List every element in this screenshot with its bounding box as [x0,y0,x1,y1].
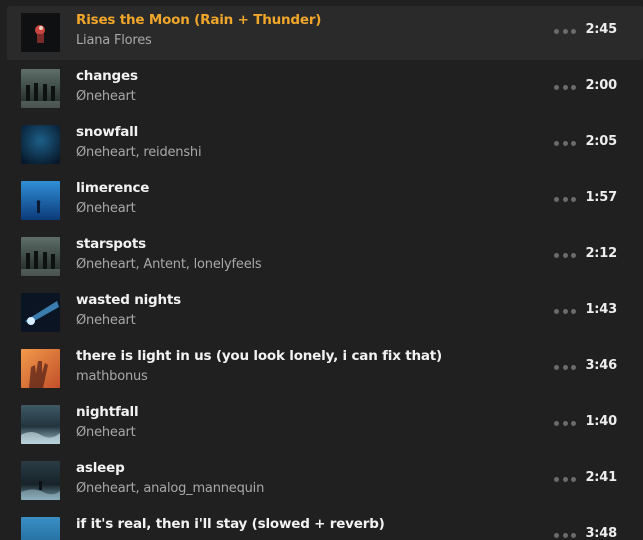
more-options-icon[interactable] [554,192,576,206]
album-art [21,125,60,164]
track-artist[interactable]: Øneheart, analog_mannequin [76,481,264,496]
track-title[interactable]: asleep [76,460,125,476]
track-duration: 1:43 [585,302,617,317]
more-dot [571,28,576,34]
track-list: Rises the Moon (Rain + Thunder) Liana Flo… [0,0,643,540]
more-options-icon[interactable] [554,248,576,262]
more-dot [562,84,568,90]
album-art [21,461,60,500]
track-row[interactable]: changes Øneheart 2:00 [7,62,643,116]
track-row[interactable]: wasted nights Øneheart 1:43 [7,286,643,340]
more-dot [554,420,559,426]
track-title[interactable]: there is light in us (you look lonely, i… [76,348,442,364]
more-dot [562,28,568,34]
track-artist[interactable]: Øneheart [76,313,136,328]
more-dot [571,196,576,202]
track-duration: 2:45 [585,22,617,37]
track-duration: 2:00 [585,78,617,93]
album-art [21,293,60,332]
album-art [21,13,60,52]
more-dot [562,196,568,202]
more-dot [571,140,576,146]
track-artist[interactable]: mathbonus [76,369,148,384]
more-options-icon[interactable] [554,136,576,150]
track-row[interactable]: starspots Øneheart, Antent, lonelyfeels 2:… [7,230,643,284]
more-options-icon[interactable] [554,416,576,430]
track-duration: 3:46 [585,358,617,373]
more-dot [571,252,576,258]
more-dot [562,532,568,538]
track-artist[interactable]: Øneheart, Antent, lonelyfeels [76,257,262,272]
album-art [21,349,60,388]
more-dot [562,364,568,370]
more-dot [562,476,568,482]
more-dot [571,420,576,426]
more-options-icon[interactable] [554,528,576,540]
track-row[interactable]: asleep Øneheart, analog_mannequin 2:41 [7,454,643,508]
more-options-icon[interactable] [554,360,576,374]
more-dot [562,252,568,258]
more-options-icon[interactable] [554,304,576,318]
track-duration: 2:05 [585,134,617,149]
track-title[interactable]: wasted nights [76,292,181,308]
track-duration: 1:40 [585,414,617,429]
track-artist[interactable]: Øneheart [76,201,136,216]
more-dot [554,476,559,482]
more-dot [562,140,568,146]
album-art [21,237,60,276]
track-title[interactable]: if it's real, then i'll stay (slowed + r… [76,516,385,532]
more-dot [571,476,576,482]
album-art [21,69,60,108]
track-artist[interactable]: Øneheart [76,425,136,440]
track-row[interactable]: snowfall Øneheart, reidenshi 2:05 [7,118,643,172]
track-title[interactable]: starspots [76,236,146,252]
track-artist[interactable]: Liana Flores [76,33,152,48]
more-dot [571,532,576,538]
track-title[interactable]: snowfall [76,124,138,140]
more-dot [554,196,559,202]
more-options-icon[interactable] [554,472,576,486]
track-row[interactable]: if it's real, then i'll stay (slowed + r… [7,510,643,540]
more-dot [571,84,576,90]
track-title[interactable]: Rises the Moon (Rain + Thunder) [76,12,321,28]
more-dot [554,140,559,146]
more-dot [554,532,559,538]
more-dot [554,84,559,90]
more-dot [571,364,576,370]
track-row-now-playing[interactable]: Rises the Moon (Rain + Thunder) Liana Flo… [7,6,643,60]
track-duration: 2:12 [585,246,617,261]
more-dot [554,308,559,314]
track-row[interactable]: there is light in us (you look lonely, i… [7,342,643,396]
album-art [21,405,60,444]
track-title[interactable]: limerence [76,180,149,196]
track-artist[interactable]: Øneheart [76,89,136,104]
track-artist[interactable]: Øneheart, reidenshi [76,145,202,160]
more-dot [554,364,559,370]
more-options-icon[interactable] [554,80,576,94]
more-dot [562,420,568,426]
track-row[interactable]: nightfall Øneheart 1:40 [7,398,643,452]
more-dot [554,28,559,34]
album-art [21,517,60,540]
album-art [21,181,60,220]
track-row[interactable]: limerence Øneheart 1:57 [7,174,643,228]
more-dot [554,252,559,258]
more-dot [562,308,568,314]
track-title[interactable]: nightfall [76,404,139,420]
track-duration: 3:48 [585,526,617,540]
track-duration: 2:41 [585,470,617,485]
track-title[interactable]: changes [76,68,138,84]
more-options-icon[interactable] [554,24,576,38]
track-duration: 1:57 [585,190,617,205]
more-dot [571,308,576,314]
